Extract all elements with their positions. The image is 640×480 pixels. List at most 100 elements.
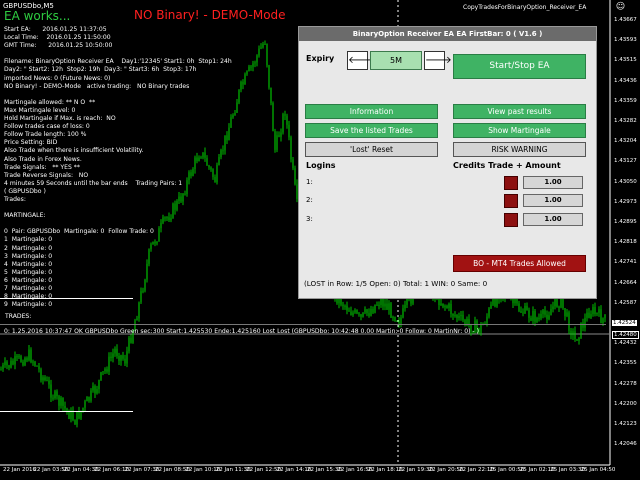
candle-body bbox=[96, 389, 98, 394]
candle-body bbox=[490, 304, 492, 309]
ea-status-text: EA works... bbox=[4, 9, 71, 23]
candle-body bbox=[262, 43, 264, 48]
candle-body bbox=[600, 309, 602, 324]
candle-body bbox=[98, 380, 100, 390]
candle-body bbox=[24, 358, 26, 366]
candle-body bbox=[524, 305, 526, 314]
candle-body bbox=[258, 48, 260, 56]
divider-line bbox=[0, 298, 133, 299]
info-line: 0 Pair: GBPUSDbo Martingale: 0 Follow Tr… bbox=[4, 228, 154, 236]
trade-separator-line bbox=[0, 324, 606, 325]
candle-body bbox=[578, 338, 580, 341]
info-line: Filename: BinaryOption Receiver EA Day1:… bbox=[4, 58, 232, 66]
candle-body bbox=[276, 135, 278, 150]
info-line: Trade Reverse Signals: NO bbox=[4, 171, 89, 179]
candle-body bbox=[366, 309, 368, 314]
candle-body bbox=[80, 410, 82, 419]
candle-body bbox=[378, 304, 380, 306]
candle-body bbox=[260, 47, 262, 49]
candle-body bbox=[526, 305, 528, 311]
login-toggle-button[interactable] bbox=[504, 213, 518, 227]
view-past-results-button[interactable]: View past results bbox=[453, 104, 586, 119]
candle-body bbox=[28, 349, 30, 361]
candle-body bbox=[390, 303, 392, 318]
price-axis-label: 1.43127 bbox=[614, 158, 637, 165]
prev-expiry-button[interactable]: 🡐 bbox=[347, 51, 375, 70]
candle-body bbox=[446, 306, 448, 308]
candle-body bbox=[460, 314, 462, 317]
candle-body bbox=[534, 310, 536, 323]
candle-body bbox=[386, 303, 388, 310]
trade-amount-field[interactable]: 1.00 bbox=[523, 176, 583, 189]
info-line: Day2: " Start2: 12h Stop2: 19h Day3: " S… bbox=[4, 66, 197, 74]
lost-reset-button[interactable]: 'Lost' Reset bbox=[305, 142, 438, 157]
start-stop-ea-button[interactable]: Start/Stop EA bbox=[453, 54, 586, 79]
candle-body bbox=[290, 137, 292, 160]
candle-body bbox=[0, 369, 2, 371]
information-button[interactable]: Information bbox=[305, 104, 438, 119]
save-trades-button[interactable]: Save the listed Trades bbox=[305, 123, 438, 138]
candle-body bbox=[94, 386, 96, 394]
candle-body bbox=[574, 331, 576, 339]
candle-body bbox=[540, 313, 542, 319]
login-toggle-button[interactable] bbox=[504, 176, 518, 190]
candle-body bbox=[570, 330, 572, 336]
candle-body bbox=[244, 74, 246, 85]
info-line: 9 Martingale: 0 bbox=[4, 301, 53, 309]
risk-warning-button[interactable]: RISK WARNING bbox=[453, 142, 586, 157]
candle-body bbox=[400, 317, 402, 324]
candle-body bbox=[364, 309, 366, 313]
info-line: 4 minutes 59 Seconds until the bar ends … bbox=[4, 179, 183, 187]
next-expiry-button[interactable]: 🡒 bbox=[424, 51, 452, 70]
candle-body bbox=[406, 299, 408, 305]
candle-body bbox=[42, 377, 44, 381]
candle-body bbox=[488, 308, 490, 317]
info-line: Martingale allowed: ** N O ** bbox=[4, 98, 96, 106]
candle-body bbox=[358, 313, 360, 315]
candle-body bbox=[592, 307, 594, 315]
candle-body bbox=[76, 411, 78, 425]
expiry-timeframe-button[interactable]: 5M bbox=[370, 51, 422, 70]
candle-body bbox=[136, 318, 138, 321]
candle-body bbox=[8, 365, 10, 368]
price-axis-label: 1.42123 bbox=[614, 421, 637, 427]
candle-body bbox=[238, 89, 240, 103]
candle-body bbox=[234, 112, 236, 116]
candle-body bbox=[242, 81, 244, 85]
candle-body bbox=[360, 314, 362, 317]
expiry-label: Expiry bbox=[306, 54, 335, 63]
candle-body bbox=[344, 305, 346, 307]
mt4-trades-allowed-button[interactable]: BO - MT4 Trades Allowed bbox=[453, 255, 586, 272]
trade-amount-field[interactable]: 1.00 bbox=[523, 213, 583, 226]
candle-body bbox=[232, 115, 234, 118]
login-toggle-button[interactable] bbox=[504, 194, 518, 208]
price-axis-label: 1.43282 bbox=[614, 118, 637, 124]
candle-body bbox=[348, 310, 350, 312]
credits-header: Credits Trade + Amount bbox=[453, 161, 561, 170]
candle-body bbox=[564, 308, 566, 317]
candle-body bbox=[110, 356, 112, 358]
trades-label: TRADES: bbox=[5, 313, 32, 320]
info-line: 5 Martingale: 0 bbox=[4, 268, 53, 276]
candle-body bbox=[256, 55, 258, 63]
info-line: 6 Martingale: 0 bbox=[4, 276, 53, 284]
candle-body bbox=[240, 81, 242, 90]
candle-body bbox=[286, 115, 288, 125]
trade-amount-field[interactable]: 1.00 bbox=[523, 194, 583, 207]
info-line: Also Trade in Forex News. bbox=[4, 155, 82, 163]
price-axis-label: 1.42046 bbox=[614, 441, 637, 448]
candle-body bbox=[452, 313, 454, 316]
price-axis-label: 1.42818 bbox=[614, 239, 637, 246]
candle-body bbox=[354, 310, 356, 313]
candle-body bbox=[596, 312, 598, 315]
candle-body bbox=[532, 310, 534, 321]
price-axis-label: 1.42432 bbox=[614, 340, 637, 347]
candle-body bbox=[380, 298, 382, 306]
price-axis-label: 1.42895 bbox=[614, 219, 637, 225]
candle-body bbox=[450, 303, 452, 314]
candle-body bbox=[252, 63, 254, 67]
info-line bbox=[4, 204, 232, 212]
candle-body bbox=[458, 316, 460, 318]
show-martingale-button[interactable]: Show Martingale bbox=[453, 123, 586, 138]
candle-body bbox=[270, 87, 272, 103]
